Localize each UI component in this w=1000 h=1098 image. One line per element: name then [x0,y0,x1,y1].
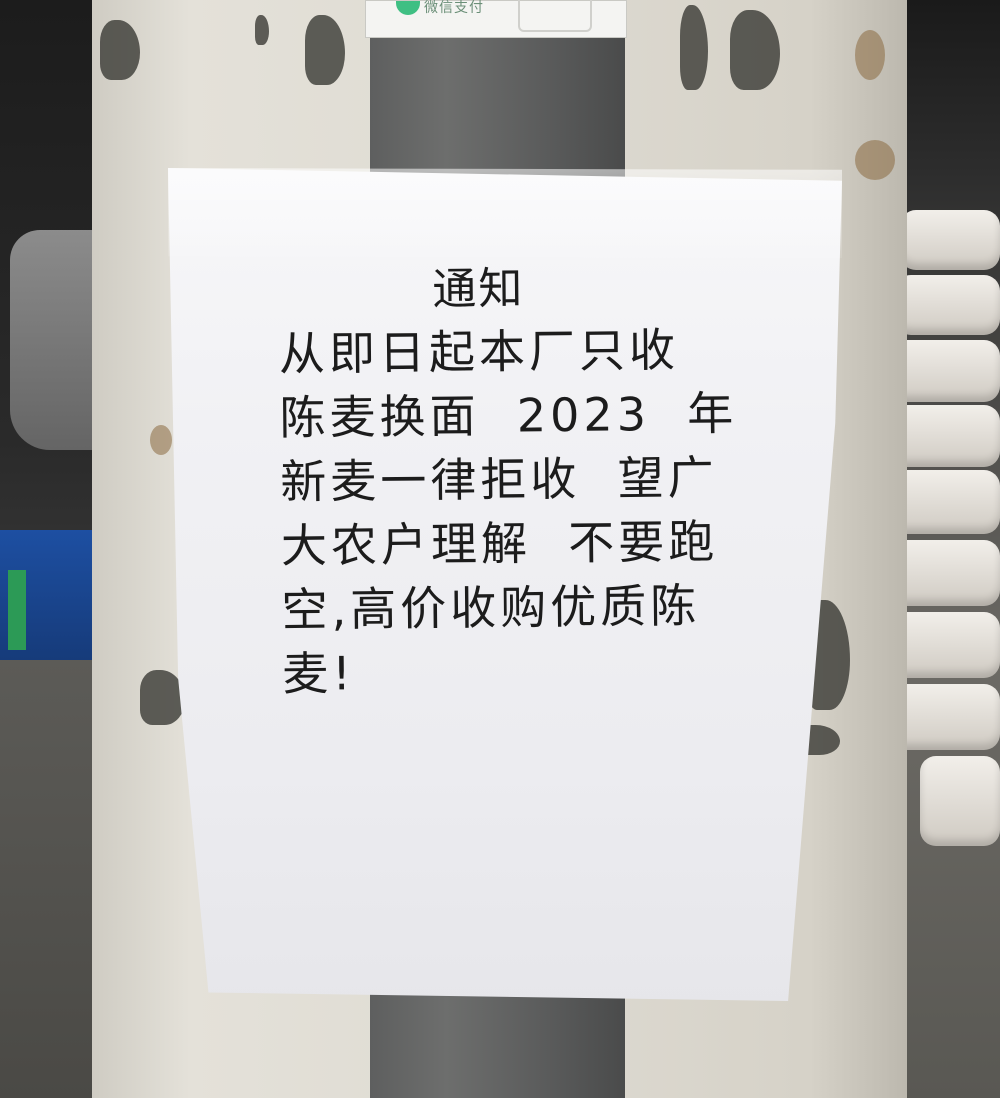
notice-title: 通知 [432,263,525,316]
paint-chip [255,15,269,45]
rust-stain [855,30,885,80]
sticker-qr-frame [518,0,592,32]
notice-line: 空,高价收购优质陈 [281,578,701,637]
rust-stain [855,140,895,180]
notice-text-block: 通知 从即日起本厂只收 陈麦换面 2023 年 新麦一律拒收 望广 大农户理解 … [278,257,753,706]
rust-stain [150,425,172,455]
photo-scene: 微信支付 通知 从即日起本厂只收 陈麦换面 2023 年 新麦一律拒收 望广 大… [0,0,1000,1098]
notice-line: 从即日起本厂只收 [278,322,680,381]
notice-line: 麦! [282,646,356,701]
sticker-label: 微信支付 [424,0,484,16]
notice-line: 大农户理解 不要跑 [280,514,719,573]
flour-sack [920,756,1000,846]
flour-sack [900,210,1000,270]
clear-tape [168,168,842,258]
flour-sack [895,275,1000,335]
background-green-strip [8,570,26,650]
wechat-pay-icon [396,1,420,15]
notice-line: 陈麦换面 2023 年 [279,386,738,445]
notice-line: 新麦一律拒收 望广 [280,450,718,509]
